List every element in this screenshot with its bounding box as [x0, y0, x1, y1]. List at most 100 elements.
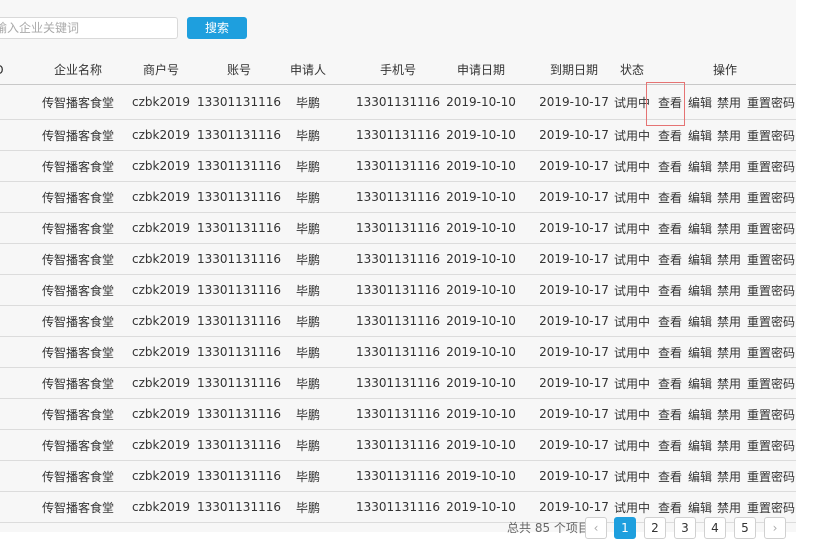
- view-link[interactable]: 查看: [656, 120, 684, 150]
- reset-password-link[interactable]: 重置密码: [745, 85, 797, 119]
- search-input[interactable]: [0, 17, 178, 39]
- cell-merchant-id: czbk2019: [131, 376, 190, 390]
- disable-link[interactable]: 禁用: [715, 151, 743, 181]
- cell-apply-date: 2019-10-10: [446, 283, 516, 297]
- cell-phone: 13301131116: [356, 128, 440, 142]
- edit-link[interactable]: 编辑: [686, 275, 714, 305]
- view-link[interactable]: 查看: [656, 399, 684, 429]
- view-link[interactable]: 查看: [656, 85, 684, 119]
- edit-link[interactable]: 编辑: [686, 306, 714, 336]
- reset-password-link[interactable]: 重置密码: [745, 151, 797, 181]
- reset-password-link[interactable]: 重置密码: [745, 368, 797, 398]
- cell-merchant-id: czbk2019: [131, 283, 190, 297]
- cell-enterprise-name: 传智播客食堂: [41, 95, 114, 110]
- search-button[interactable]: 搜索: [187, 17, 247, 39]
- edit-link[interactable]: 编辑: [686, 337, 714, 367]
- cell-merchant-id: czbk2019: [131, 128, 190, 142]
- table-row: 传智播客食堂 czbk2019 13301131116 毕鹏 13301131116 20…: [0, 461, 796, 492]
- next-page-icon[interactable]: ›: [764, 517, 786, 539]
- cell-apply-date: 2019-10-10: [446, 190, 516, 204]
- pagination-total: 总共 85 个项目: [507, 521, 590, 535]
- cell-status: 试用中: [613, 95, 650, 110]
- cell-phone: 13301131116: [356, 438, 440, 452]
- reset-password-link[interactable]: 重置密码: [745, 399, 797, 429]
- page-button-5[interactable]: 5: [734, 517, 756, 539]
- edit-link[interactable]: 编辑: [686, 182, 714, 212]
- disable-link[interactable]: 禁用: [715, 85, 743, 119]
- cell-account: 13301131116: [197, 159, 281, 173]
- table-row: 传智播客食堂 czbk2019 13301131116 毕鹏 13301131116 20…: [0, 182, 796, 213]
- disable-link[interactable]: 禁用: [715, 461, 743, 491]
- edit-link[interactable]: 编辑: [686, 213, 714, 243]
- reset-password-link[interactable]: 重置密码: [745, 213, 797, 243]
- reset-password-link[interactable]: 重置密码: [745, 182, 797, 212]
- table-row: 传智播客食堂 czbk2019 13301131116 毕鹏 13301131116 20…: [0, 337, 796, 368]
- edit-link[interactable]: 编辑: [686, 461, 714, 491]
- disable-link[interactable]: 禁用: [715, 368, 743, 398]
- page-button-4[interactable]: 4: [704, 517, 726, 539]
- disable-link[interactable]: 禁用: [715, 337, 743, 367]
- cell-enterprise-name: 传智播客食堂: [41, 283, 114, 298]
- cell-expire-date: 2019-10-17: [539, 407, 609, 421]
- header-applicant: 申请人: [289, 63, 326, 77]
- cell-phone: 13301131116: [356, 190, 440, 204]
- edit-link[interactable]: 编辑: [686, 151, 714, 181]
- cell-account: 13301131116: [197, 469, 281, 483]
- cell-merchant-id: czbk2019: [131, 159, 190, 173]
- view-link[interactable]: 查看: [656, 461, 684, 491]
- page-button-1[interactable]: 1: [614, 517, 636, 539]
- header-merchant: 商户号: [142, 63, 179, 77]
- cell-expire-date: 2019-10-17: [539, 345, 609, 359]
- view-link[interactable]: 查看: [656, 213, 684, 243]
- cell-enterprise-name: 传智播客食堂: [41, 438, 114, 453]
- header-phone: 手机号: [379, 63, 416, 77]
- reset-password-link[interactable]: 重置密码: [745, 306, 797, 336]
- disable-link[interactable]: 禁用: [715, 244, 743, 274]
- cell-status: 试用中: [613, 407, 650, 422]
- disable-link[interactable]: 禁用: [715, 430, 743, 460]
- reset-password-link[interactable]: 重置密码: [745, 461, 797, 491]
- reset-password-link[interactable]: 重置密码: [745, 120, 797, 150]
- reset-password-link[interactable]: 重置密码: [745, 244, 797, 274]
- view-link[interactable]: 查看: [656, 430, 684, 460]
- view-link[interactable]: 查看: [656, 275, 684, 305]
- view-link[interactable]: 查看: [656, 151, 684, 181]
- edit-link[interactable]: 编辑: [686, 120, 714, 150]
- page-button-3[interactable]: 3: [674, 517, 696, 539]
- view-link[interactable]: 查看: [656, 244, 684, 274]
- cell-apply-date: 2019-10-10: [446, 376, 516, 390]
- view-link[interactable]: 查看: [656, 368, 684, 398]
- cell-enterprise-name: 传智播客食堂: [41, 314, 114, 329]
- header-name: 企业名称: [53, 63, 102, 77]
- cell-phone: 13301131116: [356, 252, 440, 266]
- reset-password-link[interactable]: 重置密码: [745, 275, 797, 305]
- cell-applicant: 毕鹏: [295, 190, 320, 205]
- disable-link[interactable]: 禁用: [715, 275, 743, 305]
- disable-link[interactable]: 禁用: [715, 120, 743, 150]
- reset-password-link[interactable]: 重置密码: [745, 430, 797, 460]
- prev-page-icon[interactable]: ‹: [585, 517, 607, 539]
- edit-link[interactable]: 编辑: [686, 399, 714, 429]
- disable-link[interactable]: 禁用: [715, 306, 743, 336]
- cell-apply-date: 2019-10-10: [446, 314, 516, 328]
- cell-applicant: 毕鹏: [295, 438, 320, 453]
- disable-link[interactable]: 禁用: [715, 399, 743, 429]
- edit-link[interactable]: 编辑: [686, 244, 714, 274]
- disable-link[interactable]: 禁用: [715, 182, 743, 212]
- table-row: 传智播客食堂 czbk2019 13301131116 毕鹏 13301131116 20…: [0, 120, 796, 151]
- cell-expire-date: 2019-10-17: [539, 314, 609, 328]
- view-link[interactable]: 查看: [656, 306, 684, 336]
- cell-apply-date: 2019-10-10: [446, 159, 516, 173]
- cell-phone: 13301131116: [356, 376, 440, 390]
- edit-link[interactable]: 编辑: [686, 85, 714, 119]
- view-link[interactable]: 查看: [656, 337, 684, 367]
- page-button-2[interactable]: 2: [644, 517, 666, 539]
- table-row: 传智播客食堂 czbk2019 13301131116 毕鹏 13301131116 20…: [0, 275, 796, 306]
- edit-link[interactable]: 编辑: [686, 368, 714, 398]
- cell-expire-date: 2019-10-17: [539, 128, 609, 142]
- reset-password-link[interactable]: 重置密码: [745, 337, 797, 367]
- view-link[interactable]: 查看: [656, 182, 684, 212]
- table-header: D 企业名称 商户号 账号 申请人 手机号 申请日期 到期日期 状态 操作: [0, 56, 796, 85]
- edit-link[interactable]: 编辑: [686, 430, 714, 460]
- disable-link[interactable]: 禁用: [715, 213, 743, 243]
